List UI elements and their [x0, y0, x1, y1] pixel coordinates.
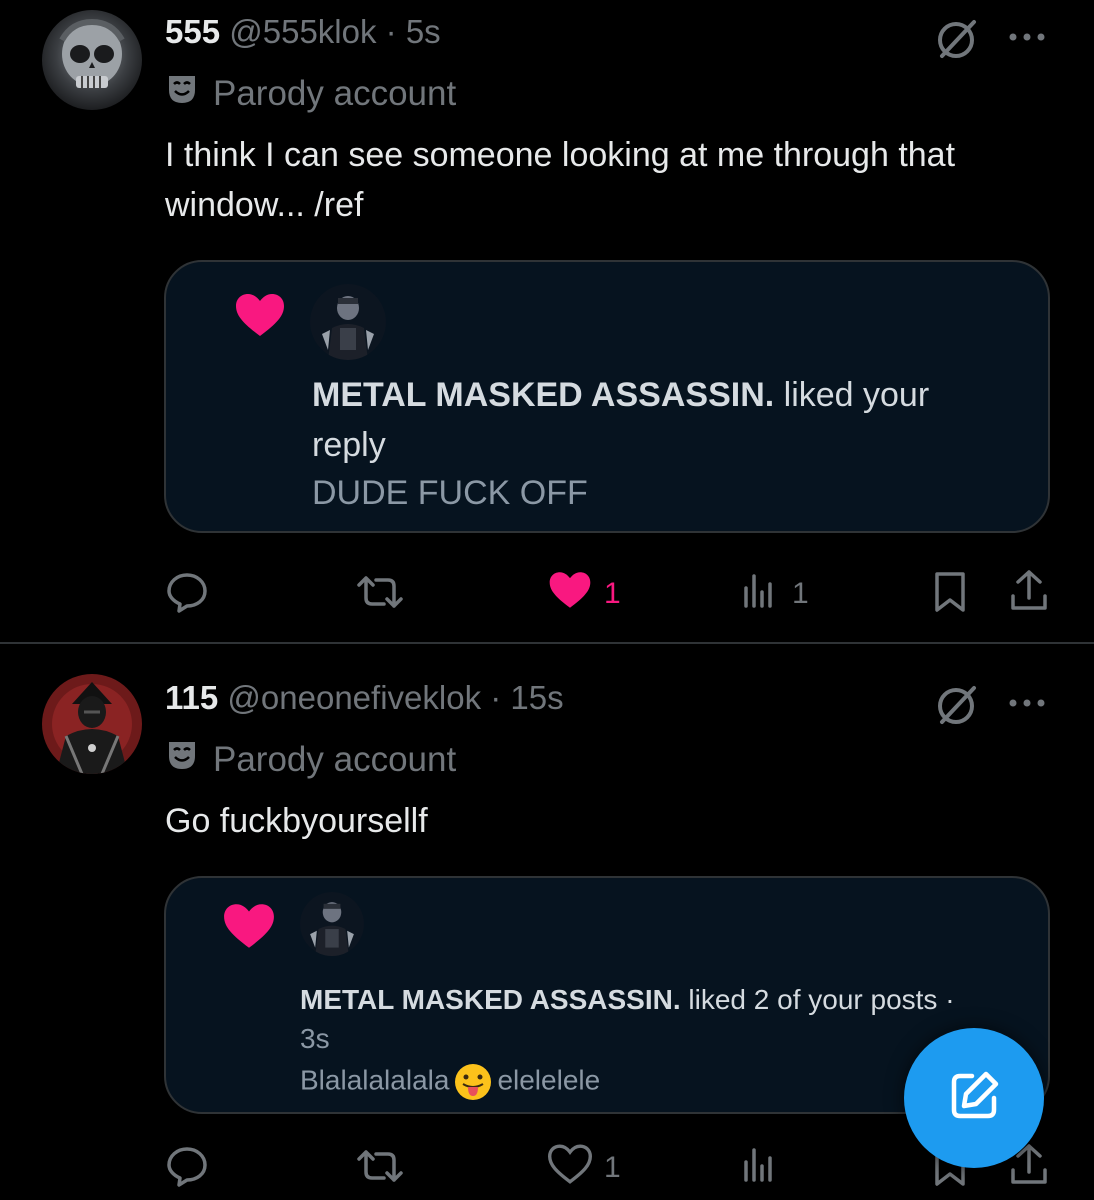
bookmark-icon	[932, 570, 968, 622]
reply-button[interactable]	[165, 570, 221, 622]
more-options-icon[interactable]	[1004, 14, 1050, 60]
views-icon	[740, 1144, 780, 1192]
notification-excerpt: DUDE FUCK OFF	[312, 474, 588, 512]
avatar[interactable]	[42, 10, 142, 110]
like-count: 1	[604, 577, 621, 610]
repost-icon	[356, 1144, 404, 1196]
heart-icon	[548, 570, 592, 618]
quoted-image-card[interactable]: METAL MASKED ASSASSIN. liked your reply …	[164, 260, 1050, 533]
excerpt-text: Blalalalalala	[300, 1064, 450, 1096]
reply-button[interactable]	[165, 1144, 221, 1196]
notification-name: METAL MASKED ASSASSIN.	[312, 376, 775, 414]
separator: ·	[490, 679, 502, 716]
timestamp[interactable]: 5s	[406, 13, 441, 50]
avatar	[310, 284, 386, 360]
parody-text: Parody account	[213, 73, 457, 113]
grok-icon[interactable]	[932, 680, 982, 730]
reply-icon	[165, 1144, 209, 1196]
repost-button[interactable]	[356, 570, 416, 622]
parody-mask-icon	[165, 738, 199, 781]
views-icon	[740, 570, 780, 618]
heart-icon	[234, 292, 286, 343]
more-options-icon[interactable]	[1004, 680, 1050, 726]
reply-icon	[165, 570, 209, 622]
share-icon	[1008, 568, 1050, 622]
excerpt-text-after: elelelele	[497, 1064, 601, 1096]
repost-icon	[356, 570, 404, 622]
notification-text: METAL MASKED ASSASSIN. liked 2 of your p…	[300, 980, 1020, 1020]
bookmark-button[interactable]	[932, 570, 968, 622]
handle[interactable]: @555klok	[229, 13, 376, 50]
separator: ·	[385, 13, 397, 50]
face-with-tongue-emoji	[453, 1062, 493, 1102]
post-text: Go fuckbyoursellf	[165, 802, 428, 840]
heart-icon	[222, 902, 276, 955]
post-header: 115 @oneonefiveklok · 15s	[165, 679, 564, 717]
notification-text: METAL MASKED ASSASSIN. liked your reply	[312, 370, 1012, 470]
views-button[interactable]: 1	[740, 570, 809, 618]
parody-mask-icon	[165, 72, 199, 115]
notification-name: METAL MASKED ASSASSIN.	[300, 984, 681, 1015]
timestamp[interactable]: 15s	[510, 679, 563, 716]
like-count: 1	[604, 1151, 621, 1184]
parody-label: Parody account	[165, 738, 456, 781]
parody-label: Parody account	[165, 72, 456, 115]
notification-excerpt: Blalalalalala elelelele	[300, 1062, 600, 1102]
post[interactable]: 555 @555klok · 5s Parody account I think…	[0, 0, 1094, 642]
notification-time: 3s	[300, 1023, 330, 1054]
like-button[interactable]: 1	[547, 1144, 621, 1192]
grok-icon[interactable]	[932, 14, 982, 64]
views-count: 1	[792, 577, 809, 610]
compose-button[interactable]	[904, 1028, 1044, 1168]
avatar[interactable]	[42, 674, 142, 774]
display-name[interactable]: 115	[165, 679, 218, 716]
repost-button[interactable]	[356, 1144, 416, 1196]
post-header: 555 @555klok · 5s	[165, 13, 441, 51]
action-bar: 1 1	[0, 562, 1094, 622]
handle[interactable]: @oneonefiveklok	[227, 679, 481, 716]
compose-icon	[946, 1068, 1002, 1129]
heart-icon	[547, 1144, 593, 1192]
post-text: I think I can see someone looking at me …	[165, 136, 956, 224]
share-button[interactable]	[1008, 568, 1050, 622]
avatar	[300, 892, 364, 956]
like-button[interactable]: 1	[548, 570, 621, 618]
display-name[interactable]: 555	[165, 13, 220, 50]
parody-text: Parody account	[213, 739, 457, 779]
views-button[interactable]	[740, 1144, 792, 1192]
notification-action: liked 2 of your posts ·	[688, 984, 955, 1015]
